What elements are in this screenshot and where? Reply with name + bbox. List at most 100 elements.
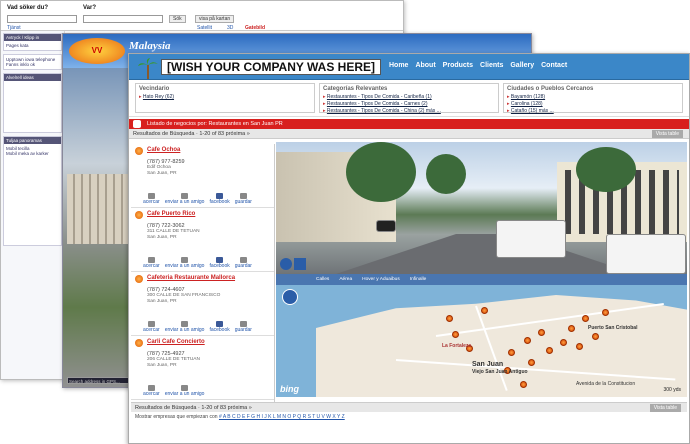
categories-box: Categorías Relevantes Restaurantes - Tip… [319,83,499,115]
link-satellite[interactable]: Satellit [197,25,212,31]
city-link[interactable]: Bayamón (128) [507,94,679,101]
zoom-in-action[interactable]: acercar [143,321,160,333]
map-pan-control[interactable] [282,289,298,305]
save-action[interactable]: guardar [235,321,252,333]
category-link[interactable]: Restaurantes - Tipos De Comida - Caribeñ… [323,94,495,101]
sidebar-item[interactable]: Pages kata [6,43,59,48]
link-3d[interactable]: 3D [227,25,233,31]
view-table-button[interactable]: Vista table [649,404,681,412]
alphabet-filter: Mostrar empresas que empiezan con # A B … [131,414,345,420]
results-header: Resultados de Búsqueda · 1-20 of 83 próx… [129,129,689,139]
map-pin[interactable] [452,331,459,338]
map-pin-icon[interactable] [135,275,143,283]
results-map[interactable]: Puerto San Cristobal Viejo San Juan Anti… [276,285,687,397]
map-pin[interactable] [524,337,531,344]
street-view-image[interactable] [276,142,687,274]
map-tabs: Calles Aérea Hover y Aduaibus Infinalle [276,274,687,285]
map-pin[interactable] [568,325,575,332]
send-friend-action[interactable]: enviar a un amigo [165,257,204,269]
results-pagination[interactable]: Resultados de Búsqueda · 1-20 of 83 próx… [135,405,252,411]
map-pin[interactable] [528,359,535,366]
menu-gallery[interactable]: Gallery [510,62,534,69]
facebook-action[interactable]: facebook [209,321,230,333]
what-label: Vad söker du? [7,5,49,11]
facebook-action[interactable]: facebook [209,193,230,205]
zoom-in-action[interactable]: acercar [143,193,160,205]
map-label: La Fortaleza [442,343,472,349]
street-zoom-icon[interactable] [294,258,306,270]
box-title: Vecindario [139,86,170,92]
print-icon[interactable] [133,120,141,128]
city-link[interactable]: Carolina (128) [507,101,679,108]
sidebar-item[interactable]: Mobil meka av karker [6,151,59,156]
what-input[interactable] [7,15,77,23]
menu-home[interactable]: Home [389,62,408,69]
listing-title: Listado de negocios por: Restaurantes en… [147,121,283,127]
map-label: Puerto San Cristobal [588,325,638,331]
save-action[interactable]: guardar [235,257,252,269]
business-name[interactable]: Cafe Puerto Rico [147,211,270,217]
bing-logo: bing [280,384,299,394]
category-link[interactable]: Restaurantes - Tipos De Comida - Carnes … [323,101,495,108]
neighborhood-link[interactable]: Hato Rey (62) [139,94,311,101]
map-tab[interactable]: Hover y Aduaibus [362,277,400,282]
map-pin-icon[interactable] [135,147,143,155]
view-table-button[interactable]: Vista table [651,130,683,138]
alphabet-label: Mostrar empresas que empiezan con [135,414,218,420]
city-link[interactable]: Cataño (15) más ... [507,108,679,115]
listing-actions: acercar enviar a un amigo facebook guard… [143,321,252,333]
sidebar-item[interactable]: Fanns inklo ok [6,62,59,67]
map-pin[interactable] [560,339,567,346]
gps-search-caption[interactable]: Search address in GPS... [67,377,129,384]
map-tab[interactable]: Infinalle [410,277,427,282]
menu-products[interactable]: Products [443,62,473,69]
category-link[interactable]: Restaurantes - Tipos De Comida - China (… [323,108,495,115]
map-pin[interactable] [446,315,453,322]
sidebar-heading: Avtryck / Klipp in [4,34,61,41]
box-title: Ciudades o Pueblos Cercanos [507,86,594,92]
send-friend-action[interactable]: enviar a un amigo [165,385,204,397]
map-pin-icon[interactable] [135,339,143,347]
menu-contact[interactable]: Contact [541,62,567,69]
street-nav-icon[interactable] [280,258,292,270]
list-item: Cafe Puerto Rico (787) 722-3062 311 CALL… [131,208,274,272]
map-tab[interactable]: Aérea [339,277,352,282]
show-map-button[interactable]: visa på kartan [195,15,235,23]
zoom-in-action[interactable]: acercar [143,257,160,269]
map-pin[interactable] [582,315,589,322]
alphabet-links[interactable]: # A B C D E F G H I J K L M N O P Q R S … [219,414,345,420]
map-pin[interactable] [546,347,553,354]
listing-actions: acercar enviar a un amigo facebook guard… [143,257,252,269]
map-pin[interactable] [602,309,609,316]
map-pin-icon[interactable] [135,211,143,219]
results-pagination[interactable]: Resultados de Búsqueda · 1-20 of 83 próx… [133,131,250,137]
map-tab[interactable]: Calles [316,277,329,282]
menu-about[interactable]: About [415,62,435,69]
map-pin[interactable] [520,381,527,388]
company-banner: [WISH YOUR COMPANY WAS HERE] [161,59,382,75]
map-pin[interactable] [508,349,515,356]
save-action[interactable]: guardar [235,193,252,205]
map-pin[interactable] [538,329,545,336]
business-city: San Juan, PR [147,171,177,176]
zoom-in-action[interactable]: acercar [143,385,160,397]
list-item: Cafeteria Restaurante Mallorca (787) 724… [131,272,274,336]
building-columns [67,174,129,244]
business-name[interactable]: Carli Cafe Concierto [147,339,270,345]
sidebar-box: Alvelrell ideas [3,73,62,133]
business-name[interactable]: Cafe Ochoa [147,147,270,153]
business-name[interactable]: Cafeteria Restaurante Mallorca [147,275,270,281]
map-pin[interactable] [481,307,488,314]
palm-tree-icon [138,58,158,79]
send-friend-action[interactable]: enviar a un amigo [165,321,204,333]
map-pin[interactable] [576,343,583,350]
neighborhood-box: Vecindario Hato Rey (62) [135,83,315,113]
send-friend-action[interactable]: enviar a un amigo [165,193,204,205]
where-input[interactable] [83,15,163,23]
sidebar-heading: Alvelrell ideas [4,74,61,81]
search-button[interactable]: Sök [169,15,186,23]
street-tree [426,154,466,194]
map-pin[interactable] [592,333,599,340]
menu-clients[interactable]: Clients [480,62,503,69]
facebook-action[interactable]: facebook [209,257,230,269]
